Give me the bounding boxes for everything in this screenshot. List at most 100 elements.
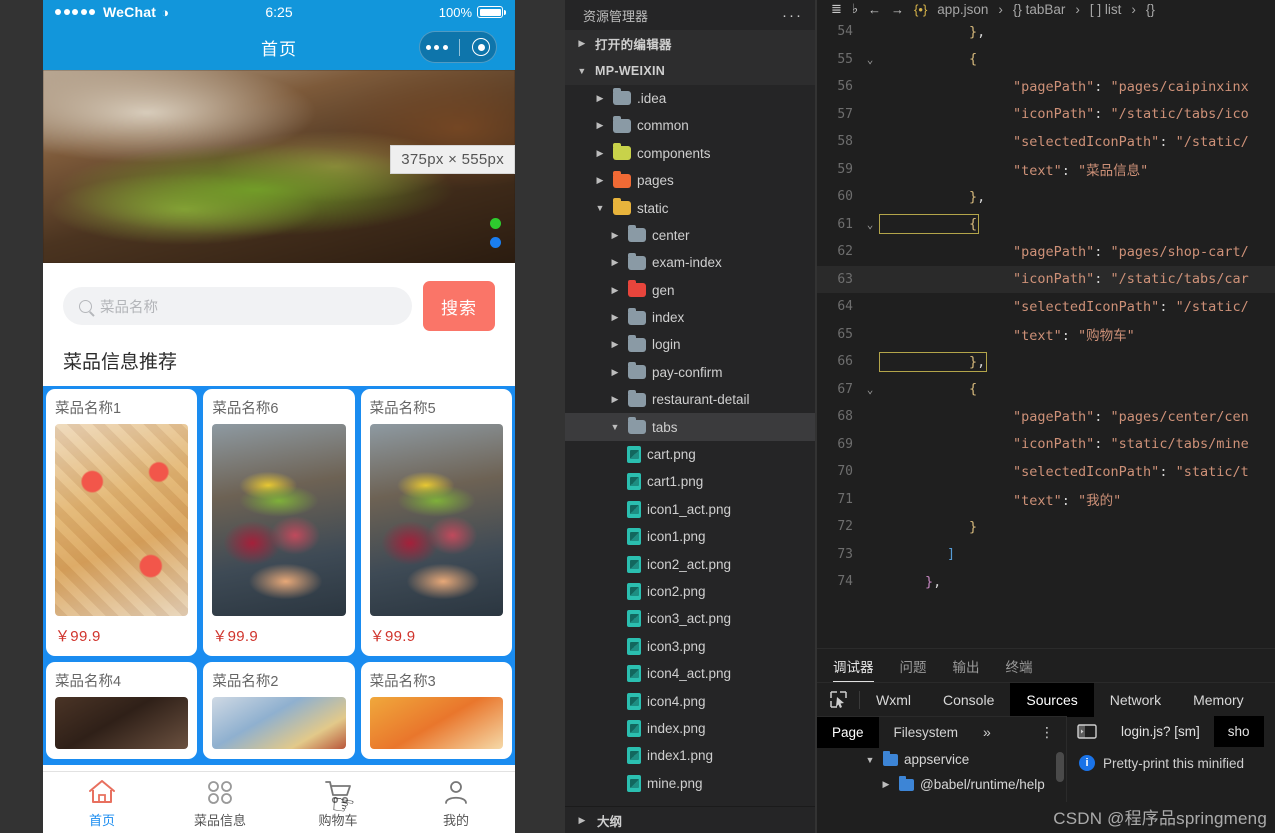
code-content[interactable]: 54}, 55 ⌄{56 "pagePath": "pages/caipinxinx 5… [817,18,1275,648]
outline-section[interactable]: ▶ 大纲 [565,806,815,833]
folder-row-index[interactable]: ▶ index [565,304,815,331]
breadcrumb-item-file[interactable]: app.json [937,2,988,17]
file-row[interactable]: icon1.png [565,523,815,550]
dish-card[interactable]: 菜品名称6 ￥99.9 [203,389,355,656]
code-line[interactable]: 56 "pagePath": "pages/caipinxinx [817,73,1275,101]
open-editors-section[interactable]: ▶ 打开的编辑器 [565,30,815,58]
toggle-navigator-icon[interactable] [1067,724,1107,739]
code-line[interactable]: 62 "pagePath": "pages/shop-cart/ [817,238,1275,266]
tab-cart[interactable]: 购物车 [279,777,397,829]
pretty-print-banner[interactable]: i Pretty-print this minified [1067,747,1275,771]
file-row[interactable]: cart1.png [565,468,815,495]
folder-row-login[interactable]: ▶ login [565,331,815,358]
breadcrumb-item-list[interactable]: [ ] list [1090,2,1122,17]
indicator-dot-blue[interactable] [490,237,501,248]
code-line[interactable]: 67 ⌄ { [817,376,1275,404]
forward-arrow-icon[interactable]: → [891,2,904,17]
code-line[interactable]: 68 "pagePath": "pages/center/cen [817,403,1275,431]
file-row[interactable]: icon2_act.png [565,550,815,577]
devtools-tree-row-babel[interactable]: ▶ @babel/runtime/help [817,772,1066,797]
file-row[interactable]: icon3.png [565,633,815,660]
code-line[interactable]: 70 "selectedIconPath": "static/t [817,458,1275,486]
panel-tab-problems[interactable]: 问题 [900,649,927,682]
file-row[interactable]: mine.png [565,770,815,797]
subtab-page[interactable]: Page [817,716,879,748]
tab-mine[interactable]: 我的 [397,777,515,829]
search-input[interactable]: 菜品名称 [63,287,412,325]
dish-card[interactable]: 菜品名称1 ￥99.9 [46,389,198,656]
file-row[interactable]: index.png [565,715,815,742]
code-line[interactable]: 54}, [817,18,1275,46]
folder-row-center[interactable]: ▶ center [565,222,815,249]
sources-kebab-icon[interactable]: ⋮ [1028,724,1066,739]
dish-card[interactable]: 菜品名称2 [203,662,355,759]
folder-row-static[interactable]: ▼ static [565,194,815,221]
devtools-tab-console[interactable]: Console [927,683,1010,717]
code-line[interactable]: 65 "text": "购物车" [817,321,1275,349]
code-line[interactable]: 69 "iconPath": "static/tabs/mine [817,431,1275,459]
explorer-more-icon[interactable]: ··· [782,7,803,24]
code-line[interactable]: 74}, [817,568,1275,596]
code-line[interactable]: 55 ⌄ { [817,46,1275,74]
devtools-tab-wxml[interactable]: Wxml [860,683,927,717]
folder-row-components[interactable]: ▶ components [565,140,815,167]
code-line[interactable]: 60}, [817,183,1275,211]
source-tab-shop[interactable]: sho [1213,716,1264,747]
code-line[interactable]: 72} [817,513,1275,541]
panel-tab-terminal[interactable]: 终端 [1006,649,1033,682]
devtools-tab-memory[interactable]: Memory [1177,683,1260,717]
carousel-indicators[interactable] [490,218,501,248]
tab-dish-info[interactable]: 菜品信息 [161,777,279,829]
folder-row-exam-index[interactable]: ▶ exam-index [565,249,815,276]
folder-row-gen[interactable]: ▶ gen [565,277,815,304]
code-line[interactable]: 58 "selectedIconPath": "/static/ [817,128,1275,156]
tab-home[interactable]: 首页 [43,777,161,829]
file-row[interactable]: icon1_act.png [565,496,815,523]
panel-tab-debugger[interactable]: 调试器 [833,649,874,682]
source-tab-login[interactable]: login.js? [sm] [1107,716,1214,747]
project-root-row[interactable]: ▼ MP-WEIXIN [565,57,815,85]
bookmark-icon[interactable]: ♭ [852,1,858,17]
code-line[interactable]: 71 "text": "我的" [817,486,1275,514]
folder-row-pay-confirm[interactable]: ▶ pay-confirm [565,359,815,386]
code-line[interactable]: 59 "text": "菜品信息" [817,156,1275,184]
dish-card[interactable]: 菜品名称5 ￥99.9 [360,389,512,656]
panel-tab-output[interactable]: 输出 [953,649,980,682]
chevron-down-icon[interactable]: ⌄ [859,218,881,231]
breadcrumb-item-obj[interactable]: {} [1146,2,1155,17]
file-row[interactable]: icon4.png [565,687,815,714]
code-line[interactable]: 61 ⌄{ [817,211,1275,239]
folder-row-common[interactable]: ▶ common [565,112,815,139]
menu-dots-icon[interactable] [425,44,448,50]
code-line[interactable]: 57 "iconPath": "/static/tabs/ico [817,101,1275,129]
code-line[interactable]: 64 "selectedIconPath": "/static/ [817,293,1275,321]
subtab-more-icon[interactable]: » [973,724,1001,740]
file-row[interactable]: index1.png [565,742,815,769]
folder-row-idea[interactable]: ▶ .idea [565,85,815,112]
devtools-tab-sources[interactable]: Sources [1010,682,1094,717]
inspect-element-icon[interactable] [817,690,859,709]
back-arrow-icon[interactable]: ← [868,2,881,17]
subtab-filesystem[interactable]: Filesystem [879,717,974,748]
dish-card[interactable]: 菜品名称3 [360,662,512,759]
code-line[interactable]: 66}, [817,348,1275,376]
file-row[interactable]: cart.png [565,441,815,468]
folder-row-pages[interactable]: ▶ pages [565,167,815,194]
indicator-dot-green[interactable] [490,218,501,229]
folder-row-tabs[interactable]: ▼ tabs [565,413,815,441]
code-line[interactable]: 63 "iconPath": "/static/tabs/car [817,265,1275,293]
search-button[interactable]: 搜索 [423,281,495,331]
wechat-capsule-button[interactable] [419,31,497,63]
devtools-tree-row-appservice[interactable]: ▼ appservice [817,747,1066,772]
file-row[interactable]: icon2.png [565,578,815,605]
chevron-down-icon[interactable]: ⌄ [859,53,881,66]
sources-scrollbar[interactable] [1056,752,1064,782]
code-line[interactable]: 73] [817,541,1275,569]
devtools-tab-network[interactable]: Network [1094,683,1177,717]
close-target-icon[interactable] [472,38,491,56]
list-icon[interactable]: ≣ [831,1,842,17]
file-row[interactable]: icon4_act.png [565,660,815,687]
folder-row-restaurant-detail[interactable]: ▶ restaurant-detail [565,386,815,413]
dish-card[interactable]: 菜品名称4 [46,662,198,759]
chevron-down-icon[interactable]: ⌄ [859,383,881,396]
